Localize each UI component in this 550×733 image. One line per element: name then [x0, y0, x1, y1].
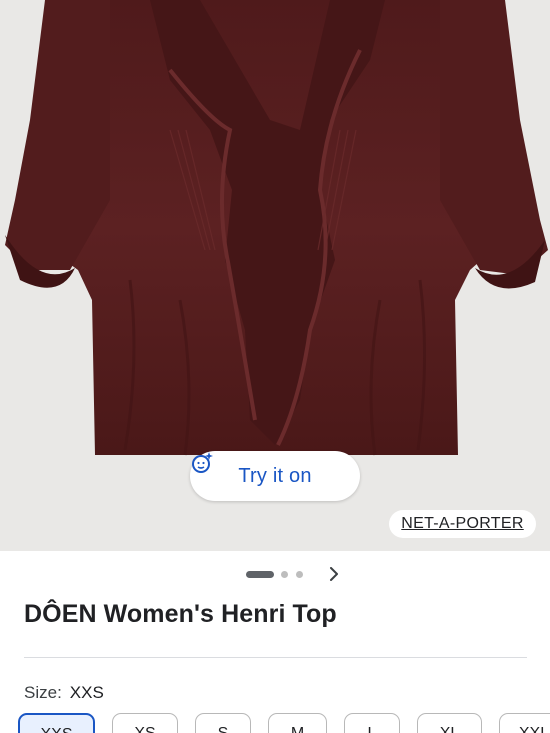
size-chip-xs[interactable]: XS [112, 713, 178, 733]
size-options: XXS XS S M L XL XXL [0, 713, 550, 733]
pager-dot[interactable] [281, 571, 288, 578]
image-pager [0, 562, 550, 586]
sparkle-face-icon [192, 452, 213, 473]
size-chip-s[interactable]: S [195, 713, 251, 733]
product-image[interactable]: Try it on NET-A-PORTER [0, 0, 550, 551]
pager-dot-active[interactable] [246, 571, 274, 578]
selected-size-value: XXS [69, 683, 104, 702]
product-title: DÔEN Women's Henri Top [24, 600, 337, 628]
size-selection: Size: XXS [24, 683, 104, 703]
size-chip-xxs[interactable]: XXS [18, 713, 95, 733]
size-label: Size: [24, 683, 62, 702]
size-chip-l[interactable]: L [344, 713, 400, 733]
size-chip-xl[interactable]: XL [417, 713, 482, 733]
try-it-on-label: Try it on [238, 464, 312, 487]
divider [24, 657, 527, 658]
chevron-right-icon [330, 567, 338, 581]
size-chip-m[interactable]: M [268, 713, 327, 733]
try-it-on-button[interactable]: Try it on [190, 451, 360, 501]
source-link[interactable]: NET-A-PORTER [389, 510, 536, 538]
pager-dot[interactable] [296, 571, 303, 578]
next-image-button[interactable] [325, 565, 343, 583]
product-page: Try it on NET-A-PORTER DÔEN Women's Henr… [0, 0, 550, 733]
size-chip-xxl[interactable]: XXL [499, 713, 550, 733]
